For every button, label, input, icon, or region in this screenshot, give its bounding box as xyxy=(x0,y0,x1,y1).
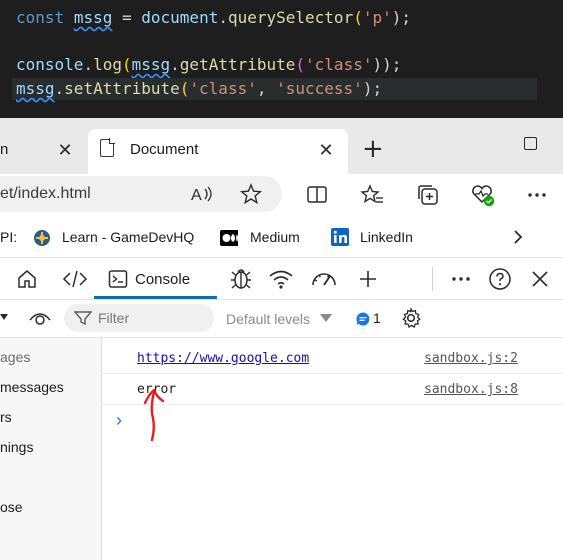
code-token: document xyxy=(141,8,219,27)
code-token: mssg xyxy=(73,8,113,27)
code-token: mssg xyxy=(131,55,171,74)
code-token: log xyxy=(93,55,122,74)
tab-strip: n ✕ Document ✕ + xyxy=(0,118,563,174)
close-devtools-icon[interactable] xyxy=(530,269,550,289)
home-icon[interactable] xyxy=(16,268,38,290)
tab-previous-title: n xyxy=(0,141,9,158)
code-token: 'success' xyxy=(276,79,363,98)
favorite-item-linkedin[interactable]: LinkedIn xyxy=(360,229,413,245)
issue-message-icon xyxy=(356,312,370,326)
code-editor[interactable]: const mssg = document.querySelector('p')… xyxy=(0,0,563,118)
code-token: getAttribute xyxy=(179,55,296,74)
favorite-item-medium[interactable]: Medium xyxy=(250,229,300,245)
code-token: mssg xyxy=(16,79,55,98)
split-screen-icon[interactable] xyxy=(306,184,328,206)
chevron-right-icon[interactable] xyxy=(510,228,526,246)
gamedevhq-icon xyxy=(34,230,50,246)
sidebar-item-verbose[interactable]: ose xyxy=(0,499,23,515)
red-arrow-annotation xyxy=(143,388,165,442)
log-levels-label: Default levels xyxy=(226,311,311,327)
tab-previous[interactable]: n ✕ xyxy=(0,131,80,171)
favorites-bar: PI: Learn - GameDevHQ Medium LinkedIn xyxy=(0,216,563,258)
tab-title: Document xyxy=(130,141,199,158)
sidebar-item-errors[interactable]: rs xyxy=(0,409,12,425)
console-sidebar: ages messages rs nings ose xyxy=(0,338,102,560)
active-tab-indicator xyxy=(94,296,217,299)
chevron-down-icon xyxy=(320,314,332,322)
bug-icon[interactable] xyxy=(228,266,254,292)
dropdown-arrow-icon[interactable] xyxy=(0,312,10,324)
sidebar-item-warnings[interactable]: nings xyxy=(0,439,33,455)
code-line-1[interactable]: const mssg = document.querySelector('p')… xyxy=(16,7,411,29)
source-link[interactable]: sandbox.js:2 xyxy=(424,351,518,366)
filter-input[interactable]: Filter xyxy=(64,304,214,332)
live-expression-eye-icon[interactable] xyxy=(28,309,52,329)
collections-icon[interactable] xyxy=(416,183,440,207)
code-token: 'class' xyxy=(189,79,257,98)
filter-placeholder: Filter xyxy=(98,310,130,326)
more-tools-icon[interactable] xyxy=(450,269,472,289)
code-token: setAttribute xyxy=(64,79,180,98)
favorite-item-pi[interactable]: PI: xyxy=(0,229,17,245)
more-options-icon[interactable] xyxy=(526,185,548,205)
code-token: )); xyxy=(372,55,402,74)
favorites-icon[interactable] xyxy=(360,184,384,206)
console-message: https://www.google.com sandbox.js:2 xyxy=(102,344,563,374)
close-icon[interactable]: ✕ xyxy=(316,141,336,161)
tab-document[interactable]: Document ✕ xyxy=(88,129,348,174)
read-aloud-icon[interactable]: A xyxy=(190,183,214,205)
console-message-link[interactable]: https://www.google.com xyxy=(137,351,309,366)
code-token: const xyxy=(16,8,65,27)
code-token: 'p' xyxy=(362,8,392,27)
performance-icon[interactable] xyxy=(310,268,338,290)
console-prompt-icon[interactable]: › xyxy=(116,410,122,431)
network-wifi-icon[interactable] xyxy=(268,268,294,290)
sidebar-item-user-messages[interactable]: messages xyxy=(0,379,64,395)
help-icon[interactable] xyxy=(488,267,512,291)
favorite-item-gamedevhq[interactable]: Learn - GameDevHQ xyxy=(62,229,194,245)
devtools-toolbar: Console xyxy=(0,258,563,300)
code-token: querySelector xyxy=(227,8,354,27)
new-tab-button[interactable]: + xyxy=(362,136,384,162)
toolbar-divider xyxy=(432,267,433,291)
tab-console-label: Console xyxy=(135,271,191,288)
browser-essentials-icon[interactable] xyxy=(470,182,496,208)
filter-icon xyxy=(74,311,92,326)
code-token: ); xyxy=(362,79,383,98)
address-row: et/index.html A xyxy=(0,174,563,216)
url-text: et/index.html xyxy=(0,185,91,202)
console-filter-bar: Filter Default levels 1 xyxy=(0,300,563,338)
medium-icon xyxy=(220,230,238,246)
console-output[interactable]: https://www.google.com sandbox.js:2 erro… xyxy=(102,338,563,560)
address-bar[interactable]: et/index.html A xyxy=(0,176,282,212)
code-line-2[interactable]: console.log(mssg.getAttribute('class')); xyxy=(16,54,401,76)
document-icon xyxy=(100,138,115,157)
elements-icon[interactable] xyxy=(62,268,88,290)
issues-count: 1 xyxy=(373,310,381,326)
favorite-star-icon[interactable] xyxy=(240,183,262,205)
svg-text:A: A xyxy=(191,187,202,204)
code-token: = xyxy=(121,8,132,27)
code-token: ); xyxy=(391,8,412,27)
console-icon xyxy=(108,270,128,288)
source-link[interactable]: sandbox.js:8 xyxy=(424,382,518,397)
code-line-3[interactable]: mssg.setAttribute('class', 'success'); xyxy=(12,78,537,100)
console-message: error sandbox.js:8 xyxy=(102,375,563,405)
add-tool-icon[interactable] xyxy=(357,268,379,290)
gear-icon[interactable] xyxy=(400,307,422,329)
code-token: 'class' xyxy=(305,55,373,74)
maximize-button[interactable] xyxy=(524,137,537,150)
close-icon[interactable]: ✕ xyxy=(55,141,75,161)
sidebar-item-messages[interactable]: ages xyxy=(0,349,30,365)
code-token: console xyxy=(16,55,84,74)
linkedin-icon xyxy=(331,228,349,246)
